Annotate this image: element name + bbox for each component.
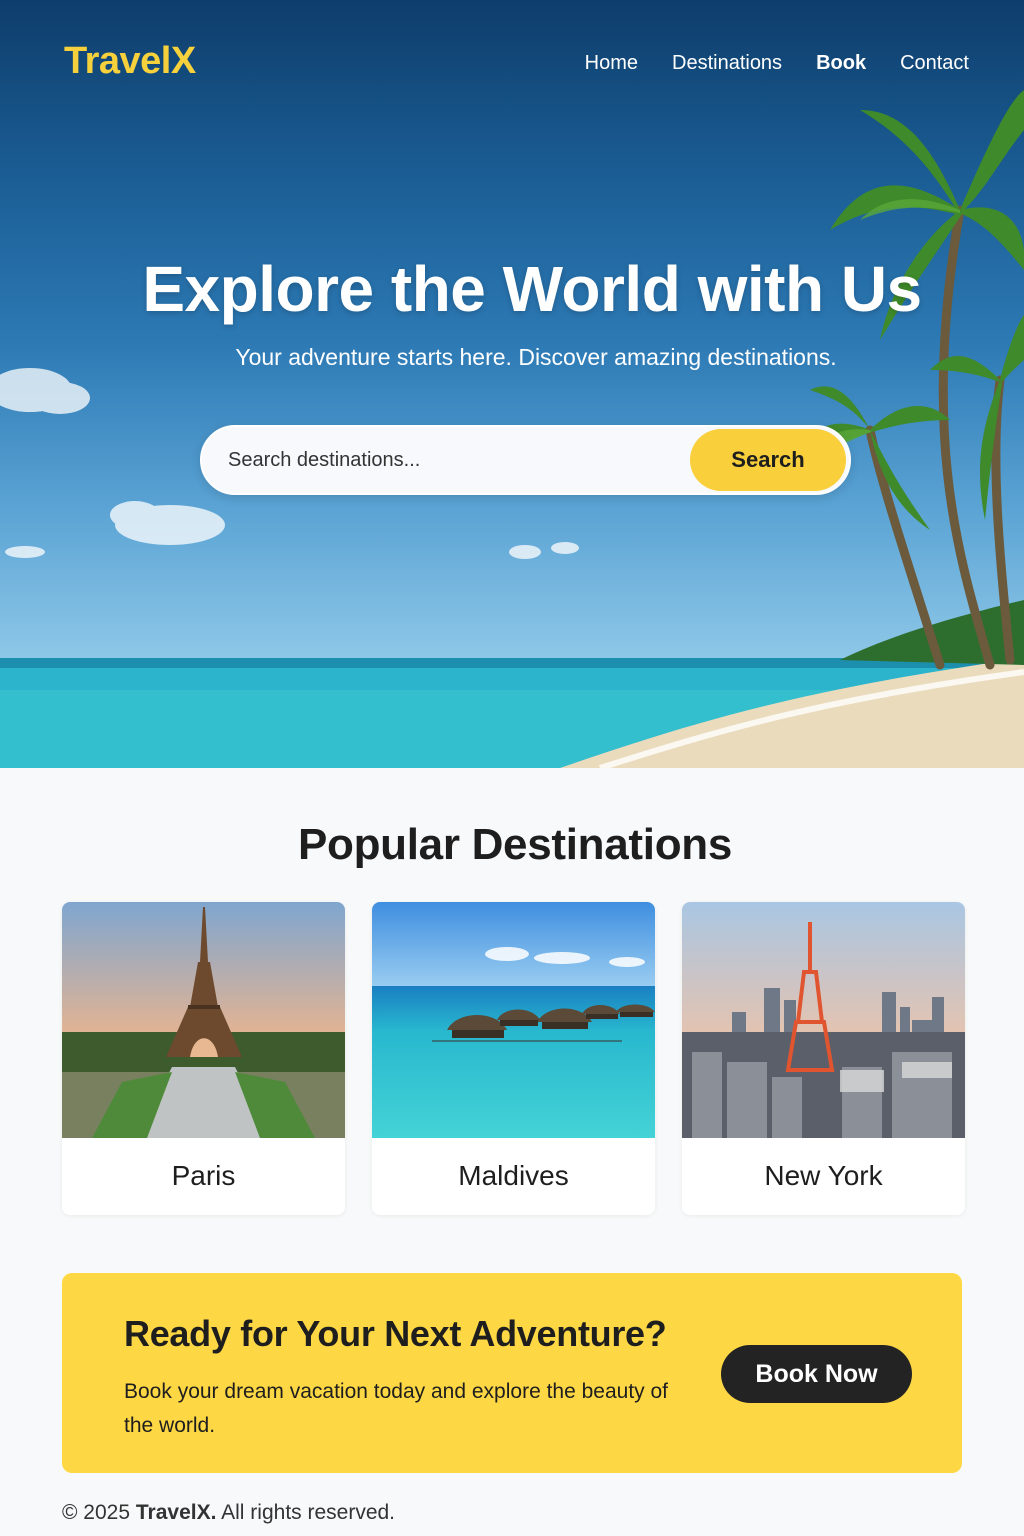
destination-name: Maldives (458, 1160, 569, 1191)
new-york-city-skyline-image (682, 902, 965, 1138)
footer-rights: All rights reserved. (221, 1501, 396, 1524)
cta-text: Book your dream vacation today and explo… (124, 1380, 669, 1437)
destination-card-new-york[interactable]: New York (682, 902, 965, 1215)
nav-contact-link[interactable]: Contact (900, 52, 969, 75)
search-button[interactable]: Search (690, 429, 846, 491)
paris-eiffel-tower-image (62, 902, 345, 1138)
hero-section: TravelX Home Destinations Book Contact E… (0, 0, 1024, 768)
search-bar: Search (200, 425, 851, 495)
nav-links: Home Destinations Book Contact (585, 52, 969, 75)
hero-subtitle: Your adventure starts here. Discover ama… (235, 344, 837, 370)
search-input[interactable] (228, 441, 678, 479)
cta-title: Ready for Your Next Adventure? (124, 1313, 667, 1354)
top-navigation: TravelX Home Destinations Book Contact (0, 0, 1024, 130)
destination-name: Paris (171, 1160, 236, 1191)
book-now-button[interactable]: Book Now (721, 1345, 912, 1403)
destination-card-maldives[interactable]: Maldives (372, 902, 655, 1215)
footer-copyright: © 2025 (62, 1501, 131, 1524)
maldives-water-villas-image (372, 902, 655, 1138)
footer: © 2025 TravelX. All rights reserved. (62, 1501, 395, 1525)
popular-destinations-title: Popular Destinations (297, 820, 733, 869)
hero-title: Explore the World with Us (142, 253, 922, 325)
nav-home-link[interactable]: Home (585, 52, 638, 75)
cta-banner: Ready for Your Next Adventure? Book your… (62, 1273, 962, 1473)
footer-brand: TravelX. (135, 1501, 217, 1524)
nav-destinations-link[interactable]: Destinations (672, 52, 782, 75)
destination-name: New York (764, 1160, 883, 1191)
brand-logo[interactable]: TravelX (64, 40, 196, 83)
destination-card-paris[interactable]: Paris (62, 902, 345, 1215)
nav-book-link[interactable]: Book (816, 52, 866, 75)
